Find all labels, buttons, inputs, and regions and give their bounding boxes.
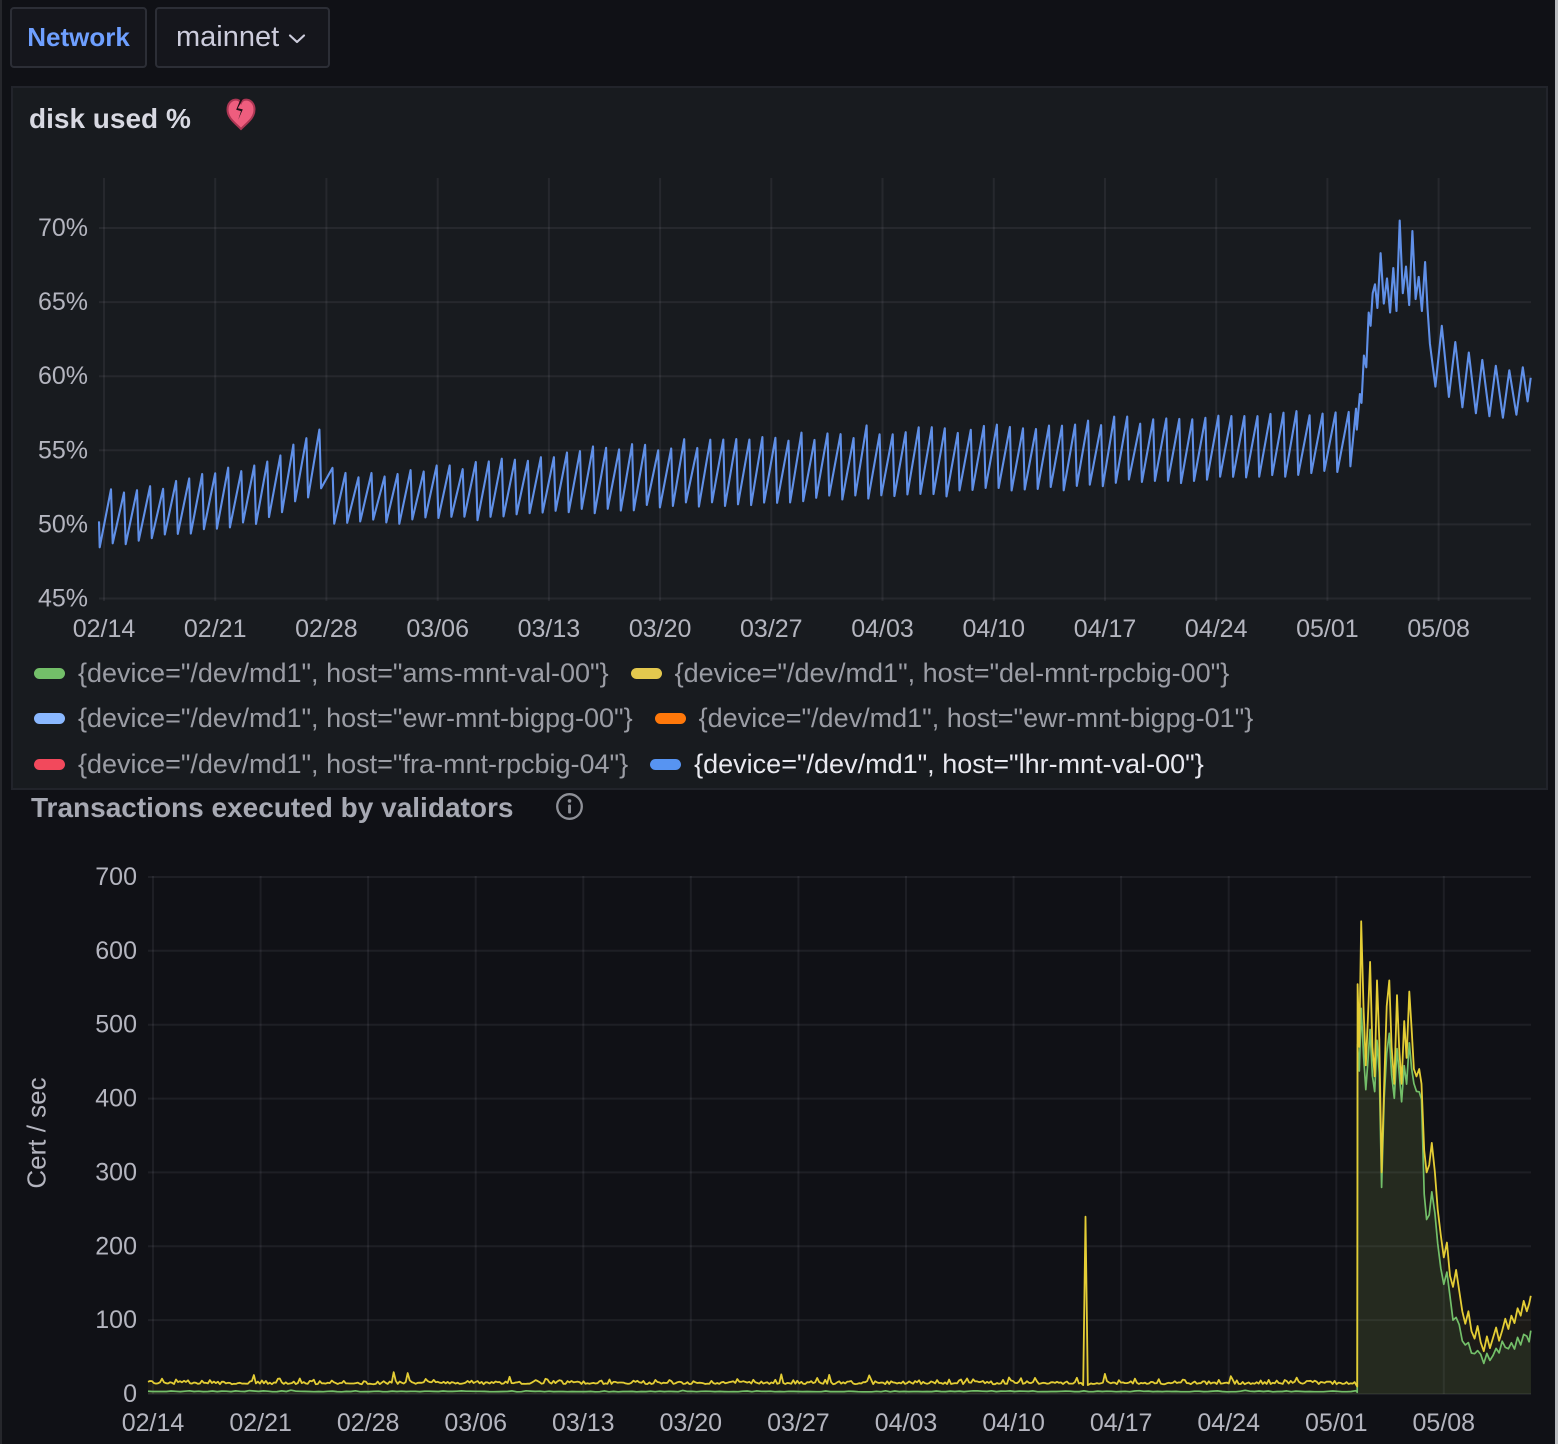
svg-text:05/08: 05/08 xyxy=(1407,615,1470,643)
svg-text:300: 300 xyxy=(95,1158,137,1186)
svg-text:03/20: 03/20 xyxy=(660,1409,723,1437)
svg-text:500: 500 xyxy=(95,1011,137,1039)
svg-text:0: 0 xyxy=(123,1380,137,1408)
svg-text:04/10: 04/10 xyxy=(982,1409,1045,1437)
svg-text:04/24: 04/24 xyxy=(1185,615,1248,643)
svg-text:04/24: 04/24 xyxy=(1197,1409,1260,1437)
svg-text:04/17: 04/17 xyxy=(1074,615,1137,643)
svg-text:03/13: 03/13 xyxy=(552,1409,615,1437)
svg-text:04/10: 04/10 xyxy=(963,615,1026,643)
svg-text:03/20: 03/20 xyxy=(629,615,692,643)
svg-text:400: 400 xyxy=(95,1085,137,1113)
svg-text:05/01: 05/01 xyxy=(1305,1409,1368,1437)
svg-text:45%: 45% xyxy=(38,585,88,613)
svg-text:02/28: 02/28 xyxy=(337,1409,400,1437)
svg-text:55%: 55% xyxy=(38,436,88,464)
svg-text:02/14: 02/14 xyxy=(73,615,136,643)
svg-text:60%: 60% xyxy=(38,362,88,390)
svg-text:05/01: 05/01 xyxy=(1296,615,1359,643)
svg-text:03/27: 03/27 xyxy=(767,1409,830,1437)
svg-text:200: 200 xyxy=(95,1232,137,1260)
svg-text:02/14: 02/14 xyxy=(122,1409,185,1437)
svg-text:02/21: 02/21 xyxy=(229,1409,292,1437)
svg-text:02/21: 02/21 xyxy=(184,615,247,643)
svg-text:03/06: 03/06 xyxy=(444,1409,507,1437)
svg-text:65%: 65% xyxy=(38,288,88,316)
svg-text:70%: 70% xyxy=(38,214,88,242)
svg-text:02/28: 02/28 xyxy=(295,615,358,643)
svg-text:04/17: 04/17 xyxy=(1090,1409,1153,1437)
svg-text:600: 600 xyxy=(95,937,137,965)
svg-text:700: 700 xyxy=(95,863,137,891)
svg-text:03/27: 03/27 xyxy=(740,615,803,643)
svg-text:03/06: 03/06 xyxy=(406,615,469,643)
svg-text:04/03: 04/03 xyxy=(851,615,914,643)
svg-text:03/13: 03/13 xyxy=(518,615,581,643)
svg-text:50%: 50% xyxy=(38,510,88,538)
svg-text:05/08: 05/08 xyxy=(1413,1409,1476,1437)
svg-text:100: 100 xyxy=(95,1306,137,1334)
svg-text:04/03: 04/03 xyxy=(875,1409,938,1437)
